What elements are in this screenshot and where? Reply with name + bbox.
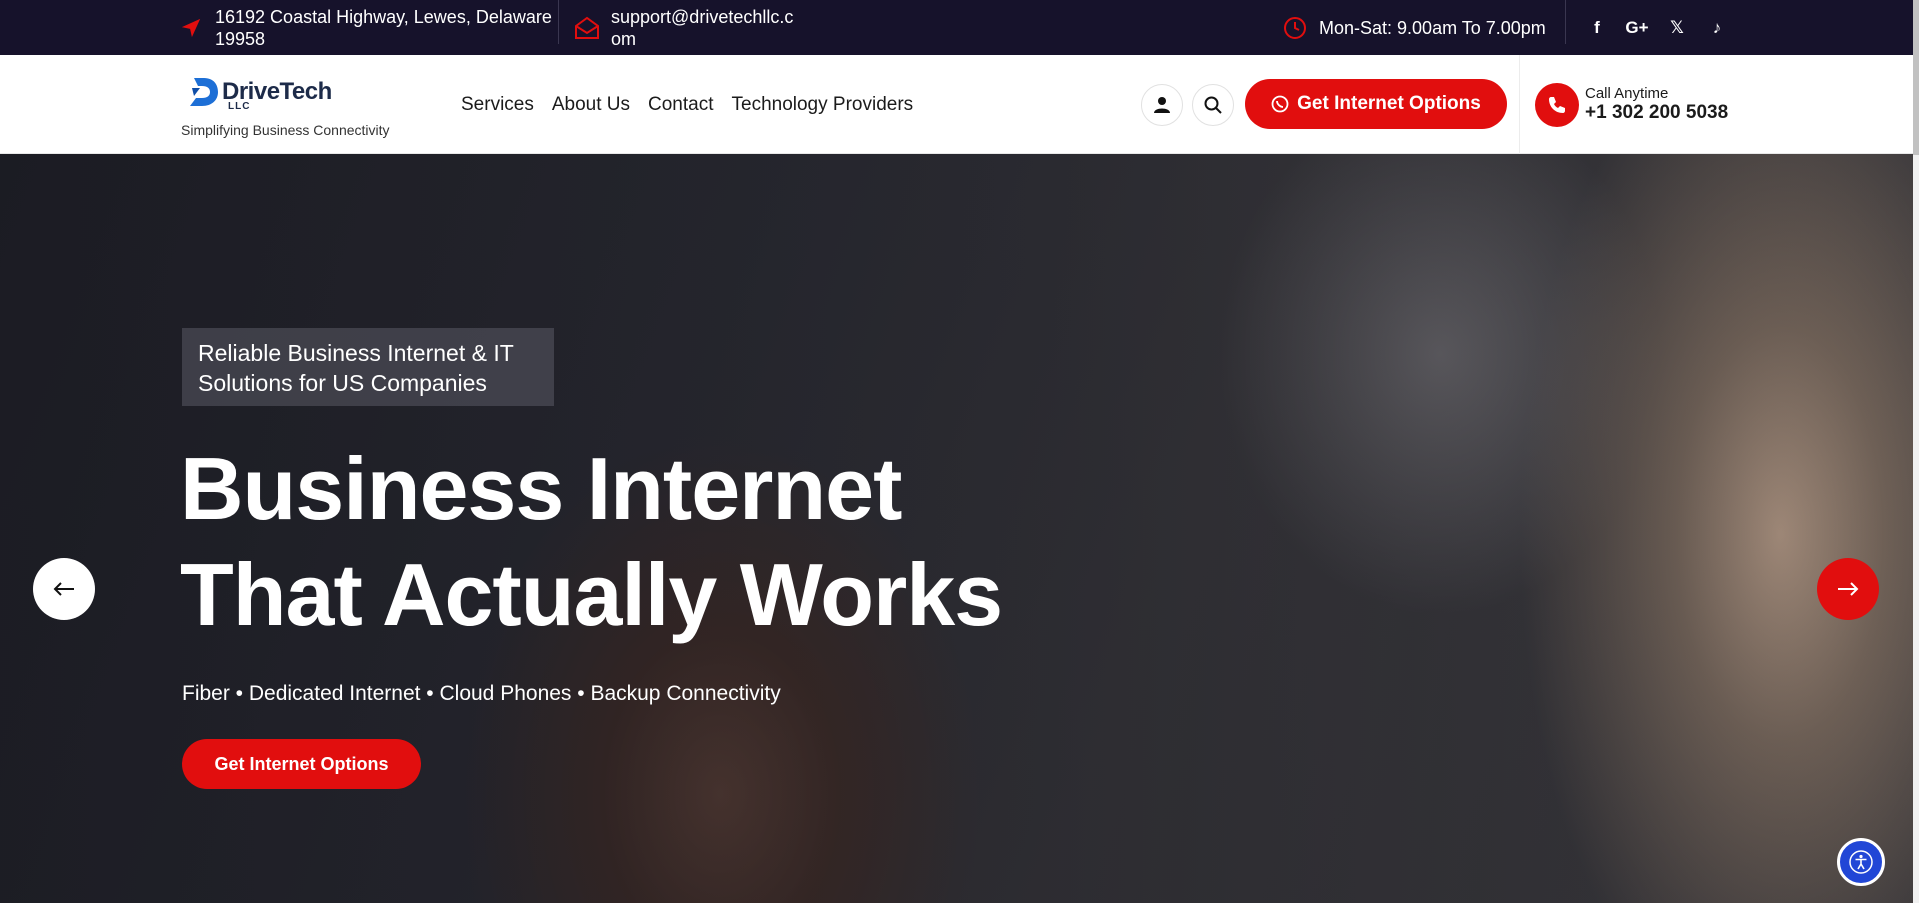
nav-item-technology-providers[interactable]: Technology Providers — [732, 94, 914, 116]
address-info: 16192 Coastal Highway, Lewes, Delaware 1… — [178, 0, 558, 55]
social-links: f G+ 𝕏 ♪ — [1585, 0, 1729, 55]
clock-icon — [1282, 15, 1308, 41]
accessibility-icon — [1849, 850, 1873, 874]
location-arrow-icon — [178, 15, 204, 41]
top-bar: 16192 Coastal Highway, Lewes, Delaware 1… — [0, 0, 1919, 55]
scrollbar[interactable] — [1913, 0, 1919, 903]
tagline: Simplifying Business Connectivity — [181, 122, 390, 138]
divider — [1565, 0, 1566, 44]
logo[interactable]: DriveTech LLC — [188, 72, 338, 112]
arrow-right-icon — [1838, 582, 1859, 596]
get-internet-options-button[interactable]: Get Internet Options — [1245, 79, 1507, 129]
hero-headline: Business Internet That Actually Works — [180, 439, 1003, 644]
address-text: 16192 Coastal Highway, Lewes, Delaware 1… — [215, 6, 552, 49]
divider — [558, 0, 559, 44]
call-number[interactable]: +1 302 200 5038 — [1585, 102, 1728, 124]
hero-subline: Fiber • Dedicated Internet • Cloud Phone… — [182, 682, 781, 705]
divider — [1519, 55, 1520, 154]
nav-item-services[interactable]: Services — [461, 94, 534, 116]
main-nav: Services About Us Contact Technology Pro… — [461, 55, 913, 154]
email-info[interactable]: support@drivetechllc.com — [574, 0, 814, 55]
call-label: Call Anytime — [1585, 85, 1669, 102]
cta-label: Get Internet Options — [1297, 93, 1481, 114]
logo-suffix: LLC — [228, 101, 251, 112]
phone-icon[interactable] — [1535, 83, 1579, 127]
tiktok-icon[interactable]: ♪ — [1705, 16, 1729, 40]
search-icon — [1204, 96, 1222, 114]
facebook-icon[interactable]: f — [1585, 16, 1609, 40]
hours-text: Mon-Sat: 9.00am To 7.00pm — [1319, 17, 1546, 38]
scrollbar-thumb[interactable] — [1913, 0, 1919, 155]
nav-item-about-us[interactable]: About Us — [552, 94, 630, 116]
search-button[interactable] — [1192, 84, 1234, 126]
account-button[interactable] — [1141, 84, 1183, 126]
nav-item-contact[interactable]: Contact — [648, 94, 713, 116]
logo-mark-icon — [190, 78, 218, 106]
site-header: DriveTech LLC Simplifying Business Conne… — [0, 55, 1919, 154]
google-plus-icon[interactable]: G+ — [1625, 16, 1649, 40]
hours-info: Mon-Sat: 9.00am To 7.00pm — [1282, 0, 1546, 55]
x-icon[interactable]: 𝕏 — [1665, 16, 1689, 40]
slider-prev-button[interactable] — [33, 558, 95, 620]
accessibility-button[interactable] — [1837, 838, 1885, 886]
hero-get-internet-options-button[interactable]: Get Internet Options — [182, 739, 421, 789]
hero-slider: Reliable Business Internet & IT Solution… — [0, 154, 1913, 903]
arrow-left-icon — [53, 582, 74, 596]
mail-icon — [574, 15, 600, 41]
user-icon — [1154, 97, 1170, 113]
slider-next-button[interactable] — [1817, 558, 1879, 620]
whatsapp-icon — [1271, 95, 1289, 113]
hero-eyebrow: Reliable Business Internet & IT Solution… — [182, 328, 554, 406]
email-link[interactable]: support@drivetechllc.com — [611, 6, 801, 50]
